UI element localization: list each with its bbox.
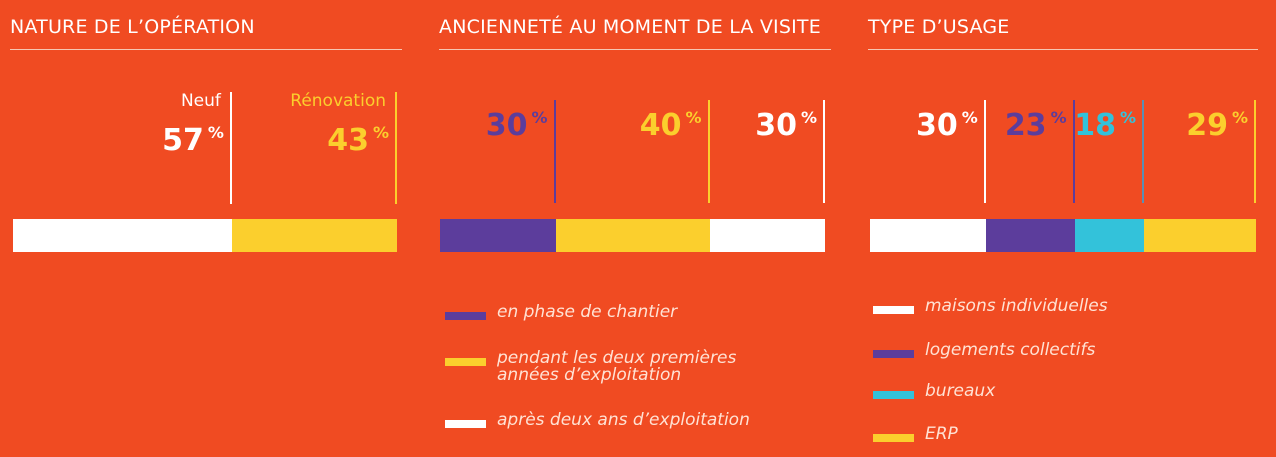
legend-item: pendant les deux premières années d’expl… — [445, 350, 765, 384]
value-number: 40 — [639, 108, 682, 143]
legend-item: bureaux — [873, 383, 1173, 400]
segment-marker-line — [553, 100, 556, 203]
legend-label: logements collectifs — [925, 340, 1096, 360]
bar-segment-4 — [1144, 219, 1256, 252]
legend-label: maisons individuelles — [925, 296, 1108, 316]
value-label: 29% — [1186, 103, 1248, 141]
bar-segment-3 — [709, 219, 825, 252]
percent-sign: % — [372, 123, 389, 142]
value-label: 30% — [916, 103, 978, 141]
value-label: 40% — [640, 103, 702, 141]
percent-sign: % — [961, 108, 978, 127]
value-number: 29 — [1186, 108, 1228, 143]
percent-sign: % — [1231, 108, 1248, 127]
legend-swatch — [873, 306, 914, 314]
value-label: 30% — [755, 103, 817, 141]
value-label: 23% — [1005, 103, 1067, 141]
value-number: 30 — [916, 108, 958, 143]
legend-swatch — [873, 350, 914, 358]
bar-segment-2 — [555, 219, 710, 252]
segment-marker-line — [823, 100, 825, 203]
segment-marker-line — [1254, 100, 1256, 203]
percent-sign: % — [1120, 108, 1137, 127]
legend-item: maisons individuelles — [873, 298, 1173, 315]
stacked-bar — [440, 219, 825, 252]
legend-swatch — [873, 434, 914, 442]
bar-segment-1 — [870, 219, 986, 252]
percent-sign: % — [207, 123, 224, 142]
title-rule — [439, 49, 831, 50]
legend-item: en phase de chantier — [445, 304, 765, 321]
percent-sign: % — [800, 108, 817, 127]
legend-swatch — [445, 312, 486, 320]
panel-nature-operation: NATURE DE L’OPÉRATION Neuf 57% Rénovation 4… — [10, 0, 402, 457]
legend-swatch — [445, 358, 486, 366]
value-label: 43% — [327, 118, 389, 156]
title-rule — [10, 49, 402, 50]
segment-marker-line — [395, 92, 397, 204]
segment-marker-line — [707, 100, 710, 203]
segment-marker-line — [229, 92, 232, 204]
value-label: 30% — [486, 103, 548, 141]
percent-sign: % — [1050, 108, 1067, 127]
legend-item: logements collectifs — [873, 342, 1173, 359]
percent-sign: % — [531, 108, 548, 127]
legend-label: en phase de chantier — [497, 302, 678, 322]
value-number: 43 — [327, 123, 369, 158]
chart-title: ANCIENNETÉ AU MOMENT DE LA VISITE — [439, 16, 821, 38]
value-label: 18% — [1074, 103, 1136, 141]
stacked-bar — [870, 219, 1256, 252]
legend-swatch — [873, 391, 914, 399]
value-number: 57 — [162, 123, 204, 158]
legend-item: après deux ans d’exploitation — [445, 412, 765, 429]
legend-label: après deux ans d’exploitation — [497, 410, 750, 430]
segment-marker-line — [1142, 100, 1145, 203]
panel-type-usage: TYPE D’USAGE 30% 23% 18% 29% maisons indivi… — [868, 0, 1258, 457]
panel-anciennete: ANCIENNETÉ AU MOMENT DE LA VISITE 30% 40%… — [439, 0, 831, 457]
legend-label: ERP — [925, 424, 958, 444]
bar-segment-1 — [440, 219, 556, 252]
legend-label: bureaux — [925, 381, 996, 401]
legend-item: ERP — [873, 426, 1173, 443]
value-label: 57% — [162, 118, 224, 156]
bar-segment-1 — [13, 219, 232, 252]
stacked-bar — [13, 219, 397, 252]
segment-marker-line — [983, 100, 986, 203]
legend-swatch — [445, 420, 486, 428]
title-rule — [868, 49, 1258, 50]
category-label: Neuf — [180, 91, 221, 111]
bar-segment-2 — [231, 219, 397, 252]
bar-segment-2 — [985, 219, 1075, 252]
value-number: 23 — [1004, 108, 1047, 143]
bar-segment-3 — [1074, 219, 1145, 252]
chart-title: NATURE DE L’OPÉRATION — [10, 16, 255, 38]
category-label: Rénovation — [290, 91, 386, 111]
value-number: 30 — [755, 108, 797, 143]
legend-label: pendant les deux premières années d’expl… — [497, 348, 737, 385]
chart-title: TYPE D’USAGE — [868, 16, 1010, 38]
percent-sign: % — [685, 108, 702, 127]
value-number: 18 — [1074, 108, 1117, 143]
value-number: 30 — [485, 108, 528, 143]
